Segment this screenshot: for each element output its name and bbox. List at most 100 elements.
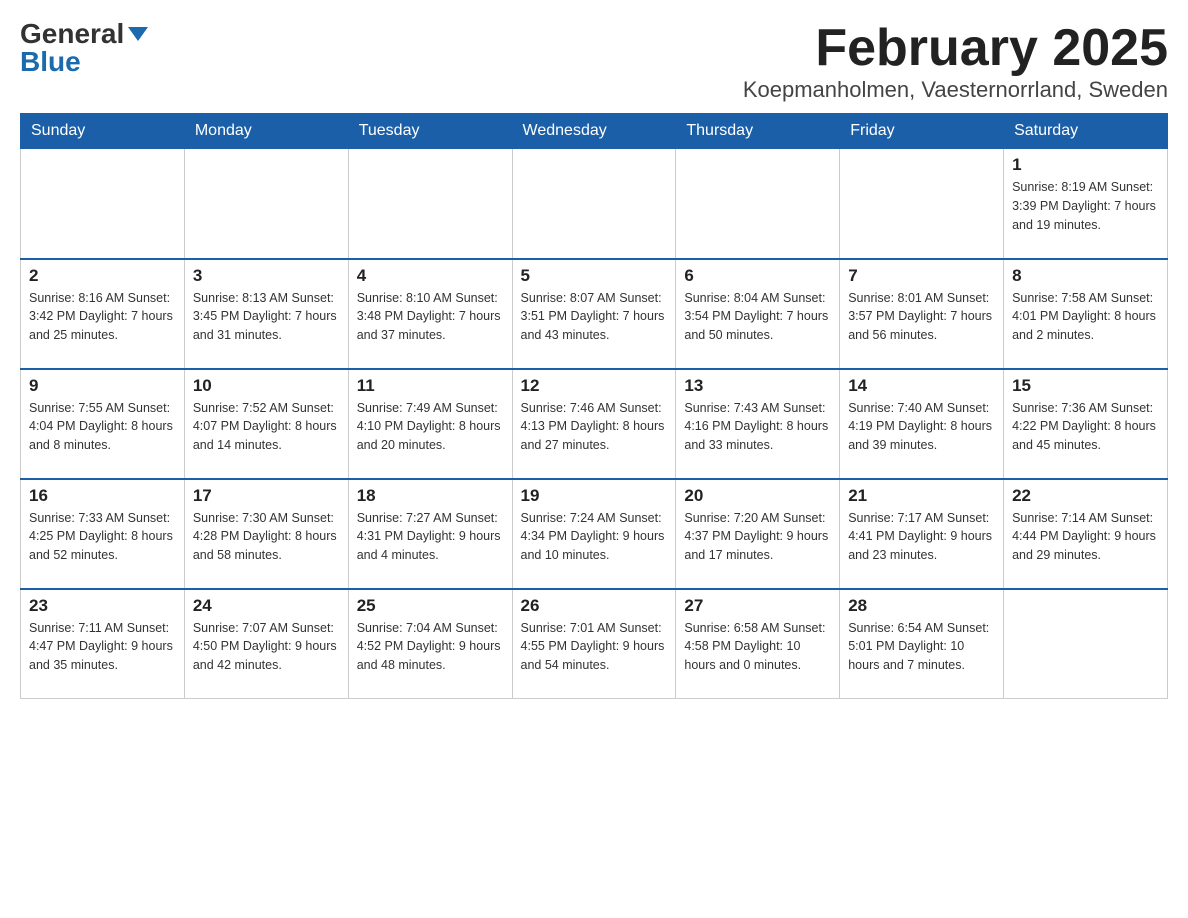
calendar-cell: 6 Sunrise: 8:04 AM Sunset: 3:54 PM Daylig… [676, 259, 840, 369]
day-info: Sunrise: 8:04 AM Sunset: 3:54 PM Dayligh… [684, 289, 831, 345]
day-number: 24 [193, 596, 340, 616]
calendar-cell: 13 Sunrise: 7:43 AM Sunset: 4:16 PM Dayli… [676, 369, 840, 479]
day-info: Sunrise: 6:58 AM Sunset: 4:58 PM Dayligh… [684, 619, 831, 675]
calendar-cell [1004, 589, 1168, 699]
day-info: Sunrise: 7:46 AM Sunset: 4:13 PM Dayligh… [521, 399, 668, 455]
calendar-table: SundayMondayTuesdayWednesdayThursdayFrid… [20, 113, 1168, 699]
calendar-cell: 25 Sunrise: 7:04 AM Sunset: 4:52 PM Dayli… [348, 589, 512, 699]
day-header-wednesday: Wednesday [512, 114, 676, 149]
calendar-cell: 8 Sunrise: 7:58 AM Sunset: 4:01 PM Daylig… [1004, 259, 1168, 369]
day-number: 21 [848, 486, 995, 506]
day-header-monday: Monday [184, 114, 348, 149]
calendar-cell: 11 Sunrise: 7:49 AM Sunset: 4:10 PM Dayli… [348, 369, 512, 479]
day-info: Sunrise: 8:19 AM Sunset: 3:39 PM Dayligh… [1012, 178, 1159, 234]
calendar-cell: 19 Sunrise: 7:24 AM Sunset: 4:34 PM Dayli… [512, 479, 676, 589]
day-number: 7 [848, 266, 995, 286]
day-info: Sunrise: 7:43 AM Sunset: 4:16 PM Dayligh… [684, 399, 831, 455]
calendar-cell: 18 Sunrise: 7:27 AM Sunset: 4:31 PM Dayli… [348, 479, 512, 589]
day-number: 2 [29, 266, 176, 286]
calendar-cell: 2 Sunrise: 8:16 AM Sunset: 3:42 PM Daylig… [21, 259, 185, 369]
calendar-cell: 9 Sunrise: 7:55 AM Sunset: 4:04 PM Daylig… [21, 369, 185, 479]
location-subtitle: Koepmanholmen, Vaesternorrland, Sweden [743, 77, 1168, 103]
day-number: 25 [357, 596, 504, 616]
day-info: Sunrise: 7:36 AM Sunset: 4:22 PM Dayligh… [1012, 399, 1159, 455]
day-number: 16 [29, 486, 176, 506]
day-info: Sunrise: 7:27 AM Sunset: 4:31 PM Dayligh… [357, 509, 504, 565]
day-info: Sunrise: 8:07 AM Sunset: 3:51 PM Dayligh… [521, 289, 668, 345]
day-info: Sunrise: 7:01 AM Sunset: 4:55 PM Dayligh… [521, 619, 668, 675]
day-number: 12 [521, 376, 668, 396]
logo-general-text: General [20, 20, 124, 48]
day-info: Sunrise: 7:07 AM Sunset: 4:50 PM Dayligh… [193, 619, 340, 675]
day-number: 18 [357, 486, 504, 506]
day-info: Sunrise: 7:14 AM Sunset: 4:44 PM Dayligh… [1012, 509, 1159, 565]
calendar-cell: 22 Sunrise: 7:14 AM Sunset: 4:44 PM Dayli… [1004, 479, 1168, 589]
calendar-cell: 26 Sunrise: 7:01 AM Sunset: 4:55 PM Dayli… [512, 589, 676, 699]
day-number: 3 [193, 266, 340, 286]
calendar-week-3: 9 Sunrise: 7:55 AM Sunset: 4:04 PM Daylig… [21, 369, 1168, 479]
day-number: 1 [1012, 155, 1159, 175]
day-info: Sunrise: 7:55 AM Sunset: 4:04 PM Dayligh… [29, 399, 176, 455]
calendar-cell: 23Sunrise: 7:11 AM Sunset: 4:47 PM Dayli… [21, 589, 185, 699]
calendar-cell [840, 149, 1004, 259]
day-info: Sunrise: 7:17 AM Sunset: 4:41 PM Dayligh… [848, 509, 995, 565]
day-info: Sunrise: 7:58 AM Sunset: 4:01 PM Dayligh… [1012, 289, 1159, 345]
calendar-body: 1 Sunrise: 8:19 AM Sunset: 3:39 PM Daylig… [21, 149, 1168, 699]
day-number: 15 [1012, 376, 1159, 396]
calendar-cell [21, 149, 185, 259]
day-header-sunday: Sunday [21, 114, 185, 149]
calendar-cell [348, 149, 512, 259]
calendar-cell: 15 Sunrise: 7:36 AM Sunset: 4:22 PM Dayli… [1004, 369, 1168, 479]
day-number: 10 [193, 376, 340, 396]
month-year-title: February 2025 [743, 20, 1168, 77]
logo-arrow-icon [128, 27, 148, 41]
calendar-cell [184, 149, 348, 259]
day-number: 11 [357, 376, 504, 396]
calendar-header: SundayMondayTuesdayWednesdayThursdayFrid… [21, 114, 1168, 149]
calendar-cell: 3 Sunrise: 8:13 AM Sunset: 3:45 PM Daylig… [184, 259, 348, 369]
day-number: 8 [1012, 266, 1159, 286]
day-header-tuesday: Tuesday [348, 114, 512, 149]
day-header-saturday: Saturday [1004, 114, 1168, 149]
day-number: 23 [29, 596, 176, 616]
day-number: 17 [193, 486, 340, 506]
day-info: Sunrise: 8:13 AM Sunset: 3:45 PM Dayligh… [193, 289, 340, 345]
day-number: 22 [1012, 486, 1159, 506]
calendar-cell: 27 Sunrise: 6:58 AM Sunset: 4:58 PM Dayli… [676, 589, 840, 699]
day-info: Sunrise: 8:10 AM Sunset: 3:48 PM Dayligh… [357, 289, 504, 345]
calendar-cell: 24 Sunrise: 7:07 AM Sunset: 4:50 PM Dayli… [184, 589, 348, 699]
calendar-week-5: 23Sunrise: 7:11 AM Sunset: 4:47 PM Dayli… [21, 589, 1168, 699]
day-number: 6 [684, 266, 831, 286]
day-info: Sunrise: 7:49 AM Sunset: 4:10 PM Dayligh… [357, 399, 504, 455]
day-headers-row: SundayMondayTuesdayWednesdayThursdayFrid… [21, 114, 1168, 149]
day-number: 19 [521, 486, 668, 506]
day-info: Sunrise: 7:04 AM Sunset: 4:52 PM Dayligh… [357, 619, 504, 675]
day-number: 9 [29, 376, 176, 396]
day-number: 27 [684, 596, 831, 616]
calendar-cell: 28Sunrise: 6:54 AM Sunset: 5:01 PM Dayli… [840, 589, 1004, 699]
day-number: 28 [848, 596, 995, 616]
day-number: 13 [684, 376, 831, 396]
day-info: Sunrise: 7:20 AM Sunset: 4:37 PM Dayligh… [684, 509, 831, 565]
day-header-friday: Friday [840, 114, 1004, 149]
page-header: General Blue February 2025 Koepmanholmen… [20, 20, 1168, 103]
day-info: Sunrise: 7:33 AM Sunset: 4:25 PM Dayligh… [29, 509, 176, 565]
day-number: 4 [357, 266, 504, 286]
calendar-cell: 16 Sunrise: 7:33 AM Sunset: 4:25 PM Dayli… [21, 479, 185, 589]
day-info: Sunrise: 8:16 AM Sunset: 3:42 PM Dayligh… [29, 289, 176, 345]
day-number: 26 [521, 596, 668, 616]
calendar-week-2: 2 Sunrise: 8:16 AM Sunset: 3:42 PM Daylig… [21, 259, 1168, 369]
calendar-cell: 1 Sunrise: 8:19 AM Sunset: 3:39 PM Daylig… [1004, 149, 1168, 259]
day-info: Sunrise: 7:40 AM Sunset: 4:19 PM Dayligh… [848, 399, 995, 455]
logo-blue-text: Blue [20, 48, 81, 76]
day-number: 20 [684, 486, 831, 506]
calendar-cell: 5Sunrise: 8:07 AM Sunset: 3:51 PM Daylig… [512, 259, 676, 369]
day-info: Sunrise: 7:52 AM Sunset: 4:07 PM Dayligh… [193, 399, 340, 455]
title-block: February 2025 Koepmanholmen, Vaesternorr… [743, 20, 1168, 103]
calendar-week-4: 16 Sunrise: 7:33 AM Sunset: 4:25 PM Dayli… [21, 479, 1168, 589]
day-number: 14 [848, 376, 995, 396]
calendar-week-1: 1 Sunrise: 8:19 AM Sunset: 3:39 PM Daylig… [21, 149, 1168, 259]
day-info: Sunrise: 7:24 AM Sunset: 4:34 PM Dayligh… [521, 509, 668, 565]
calendar-cell: 12 Sunrise: 7:46 AM Sunset: 4:13 PM Dayli… [512, 369, 676, 479]
calendar-cell: 7Sunrise: 8:01 AM Sunset: 3:57 PM Daylig… [840, 259, 1004, 369]
